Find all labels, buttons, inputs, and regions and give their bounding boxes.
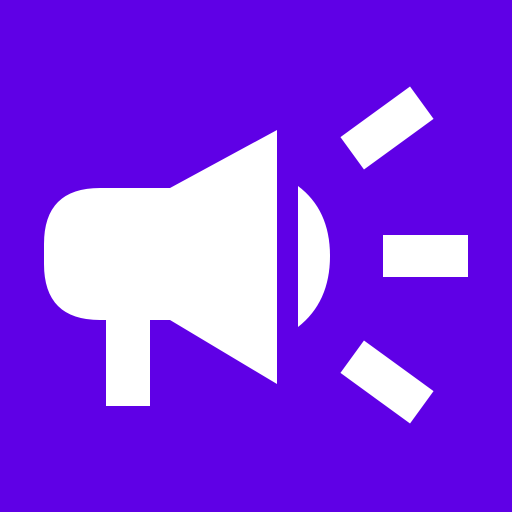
megaphone-icon — [44, 86, 468, 424]
app-icon-tile — [0, 0, 512, 512]
sound-ray-middle — [383, 235, 468, 277]
megaphone-handle — [106, 300, 150, 406]
megaphone-mouth — [298, 186, 330, 327]
megaphone-horn — [44, 130, 277, 384]
sound-ray-bottom — [340, 340, 434, 424]
sound-ray-top — [340, 86, 434, 170]
